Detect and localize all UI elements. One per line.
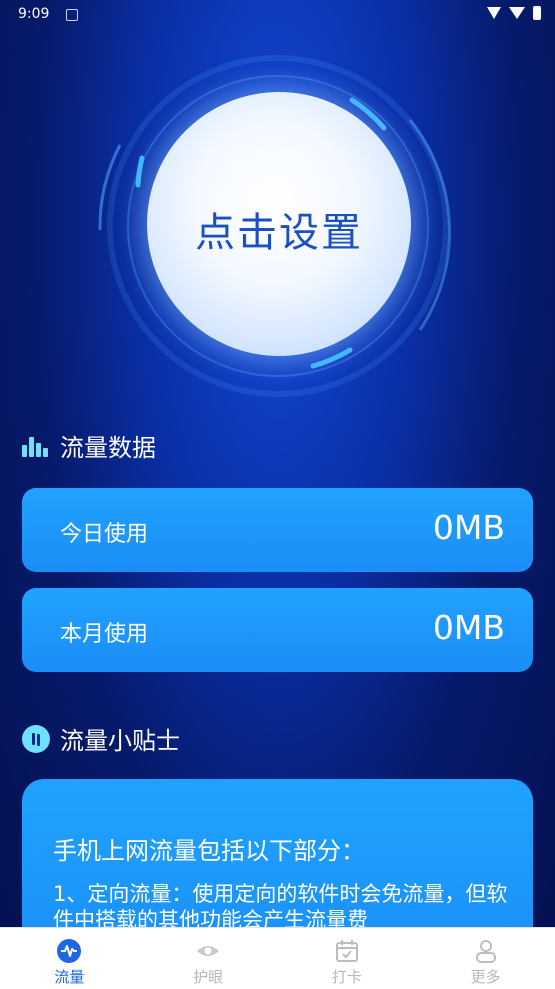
today-usage-value: 0MB [432, 508, 505, 547]
traffic-section-header: 流量数据 [22, 428, 156, 463]
today-usage-card: 今日使用 0MB [22, 488, 533, 572]
tips-body: 1、定向流量：使用定向的软件时会免流量，但软件中搭载的其他功能会产生流量费 [53, 882, 508, 932]
today-usage-label: 今日使用 [60, 522, 149, 547]
tips-section-title: 流量小贴士 [60, 727, 180, 755]
traffic-section-title: 流量数据 [60, 434, 156, 462]
calendar-check-icon [335, 940, 358, 962]
nav-item-checkin[interactable]: 打卡 [278, 928, 417, 989]
month-usage-label: 本月使用 [60, 622, 149, 647]
month-usage-value: 0MB [432, 608, 505, 647]
pulse-icon [57, 939, 82, 963]
user-icon [475, 940, 496, 963]
nav-label-more: 更多 [470, 968, 501, 986]
tips-heading: 手机上网流量包括以下部分： [53, 837, 365, 865]
nav-label-checkin: 打卡 [331, 968, 362, 986]
tips-icon [22, 724, 50, 753]
setup-orb-button[interactable]: 点击设置 [147, 92, 411, 356]
setup-orb-label: 点击设置 [195, 210, 363, 256]
tips-section-header: 流量小贴士 [22, 721, 180, 756]
nav-label-traffic: 流量 [54, 968, 85, 986]
eye-icon [197, 946, 220, 956]
month-usage-card: 本月使用 0MB [22, 588, 533, 672]
bar-chart-icon [22, 435, 50, 457]
nav-item-traffic[interactable]: 流量 [0, 928, 139, 989]
nav-item-more[interactable]: 更多 [416, 928, 555, 989]
nav-label-eye-care: 护眼 [193, 968, 224, 986]
bottom-nav: 流量 护眼 打卡 更多 [0, 927, 555, 989]
nav-item-eye-care[interactable]: 护眼 [139, 928, 278, 989]
